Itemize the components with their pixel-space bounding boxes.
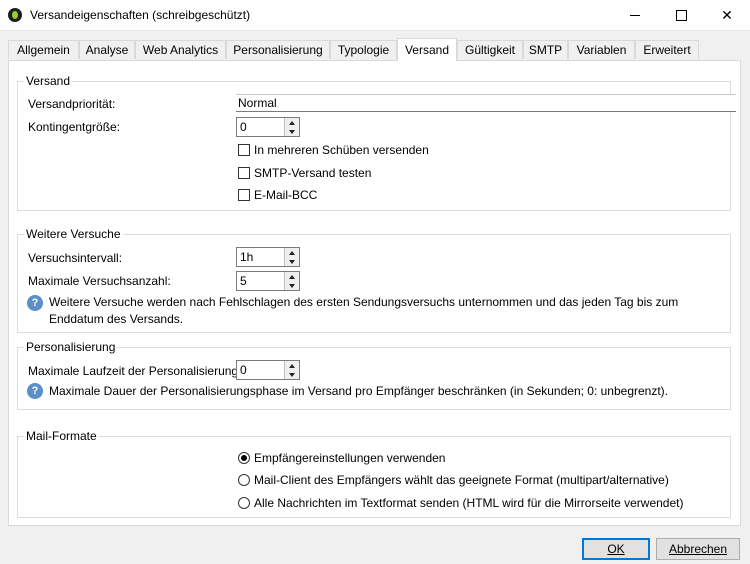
tab-smtp[interactable]: SMTP [523,40,568,59]
priority-label: Versandpriorität: [28,97,116,111]
checkbox-label: E-Mail-BCC [254,188,318,202]
arrow-down-icon [289,283,295,288]
ok-button[interactable]: OK [582,538,650,560]
tab-personalisierung[interactable]: Personalisierung [226,40,330,59]
spin-buttons [284,248,299,266]
close-button[interactable]: ✕ [704,0,750,30]
arrow-up-icon [289,363,295,368]
group-title: Mail-Formate [24,429,99,443]
duration-stepper[interactable]: 0 [236,360,300,380]
arrow-down-icon [289,129,295,134]
spin-down-button[interactable] [285,370,299,379]
checkbox-smtp-test[interactable]: SMTP-Versand testen [238,166,371,180]
retries-info-line1: Weitere Versuche werden nach Fehlschlage… [49,295,679,309]
tab-allgemein[interactable]: Allgemein [8,40,79,59]
retries-info-line2: Enddatum des Versands. [49,312,184,326]
duration-label: Maximale Laufzeit der Personalisierung: [28,364,242,378]
radio-label: Mail-Client des Empfängers wählt das gee… [254,473,669,487]
spin-buttons [284,361,299,379]
radio-button[interactable] [238,452,250,464]
max-retries-value: 5 [240,274,247,288]
close-icon: ✕ [721,6,733,23]
window-title: Versandeigenschaften (schreibgeschützt) [30,8,251,22]
checkbox-box[interactable] [238,189,250,201]
radio-label: Empfängereinstellungen verwenden [254,451,446,465]
tab-erweitert[interactable]: Erweitert [635,40,699,59]
radio-multipart[interactable]: Mail-Client des Empfängers wählt das gee… [238,473,669,487]
max-retries-label: Maximale Versuchsanzahl: [28,274,171,288]
retries-info: Weitere Versuche werden nach Fehlschlage… [49,294,729,328]
spin-down-button[interactable] [285,127,299,136]
minimize-button[interactable] [612,0,658,30]
quota-value: 0 [240,120,247,134]
interval-stepper[interactable]: 1h [236,247,300,267]
info-icon: ? [27,383,43,399]
arrow-down-icon [289,259,295,264]
maximize-button[interactable] [658,0,704,30]
ok-label: OK [607,542,625,556]
arrow-up-icon [289,250,295,255]
tab-typologie[interactable]: Typologie [330,40,397,59]
priority-field[interactable]: Normal [236,94,736,112]
arrow-up-icon [289,120,295,125]
group-title: Versand [24,74,73,88]
quota-label: Kontingentgröße: [28,120,121,134]
radio-button[interactable] [238,497,250,509]
radio-label: Alle Nachrichten im Textformat senden (H… [254,496,684,510]
checkbox-label: SMTP-Versand testen [254,166,372,180]
spin-buttons [284,118,299,136]
interval-label: Versuchsintervall: [28,251,123,265]
group-personalization: Personalisierung [17,340,731,410]
max-retries-stepper[interactable]: 5 [236,271,300,291]
quota-stepper[interactable]: 0 [236,117,300,137]
tab-versand[interactable]: Versand [397,38,457,61]
app-icon [8,8,22,22]
tab-web-analytics[interactable]: Web Analytics [135,40,226,59]
personalization-info: Maximale Dauer der Personalisierungsphas… [49,384,669,398]
minimize-icon [630,14,640,16]
info-icon: ? [27,295,43,311]
spin-down-button[interactable] [285,257,299,266]
title-bar: Versandeigenschaften (schreibgeschützt) … [0,0,750,31]
spin-down-button[interactable] [285,281,299,290]
maximize-icon [675,9,687,21]
radio-text-only[interactable]: Alle Nachrichten im Textformat senden (H… [238,496,683,510]
tab-gueltigkeit[interactable]: Gültigkeit [457,40,523,59]
tab-analyse[interactable]: Analyse [79,40,135,59]
cancel-label: Abbrechen [668,542,728,556]
tab-variablen[interactable]: Variablen [568,40,635,59]
checkbox-box[interactable] [238,144,250,156]
checkbox-email-bcc[interactable]: E-Mail-BCC [238,188,317,202]
checkbox-multiple-waves[interactable]: In mehreren Schüben versenden [238,143,429,157]
duration-value: 0 [240,363,247,377]
spin-buttons [284,272,299,290]
cancel-button[interactable]: Abbrechen [656,538,740,560]
group-title: Personalisierung [24,340,118,354]
arrow-down-icon [289,372,295,377]
dialog-window: Versandeigenschaften (schreibgeschützt) … [0,0,750,564]
interval-value: 1h [240,250,254,264]
group-title: Weitere Versuche [24,227,123,241]
checkbox-box[interactable] [238,167,250,179]
arrow-up-icon [289,274,295,279]
tab-panel: Versand Versandpriorität: Normal Konting… [8,60,741,526]
radio-recipient-settings[interactable]: Empfängereinstellungen verwenden [238,451,445,465]
checkbox-label: In mehreren Schüben versenden [254,143,429,157]
radio-button[interactable] [238,474,250,486]
